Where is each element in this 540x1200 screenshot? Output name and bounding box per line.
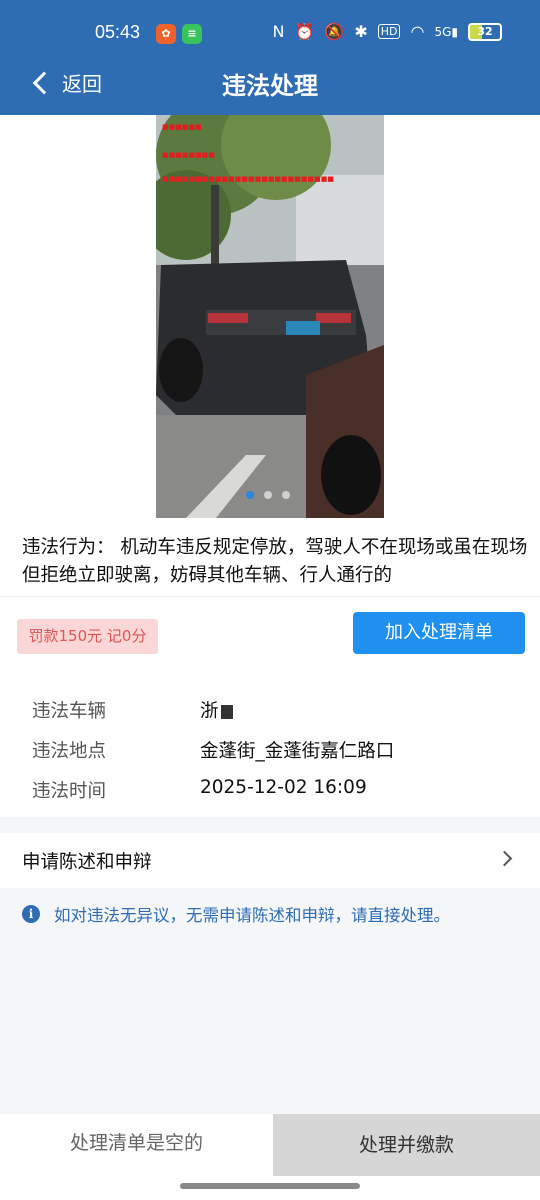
alarm-icon: ⏰ [294, 22, 315, 41]
nav-bar: 返回 违法处理 [0, 64, 540, 115]
detail-label: 违法车辆 [32, 701, 107, 722]
detail-row-location: 违法地点 金蓬街_金蓬街嘉仁路口 [0, 729, 540, 769]
svg-text:■■■■■■■■: ■■■■■■■■ [162, 151, 215, 159]
detail-label: 违法时间 [32, 781, 107, 802]
evidence-photo-carousel[interactable]: ■■■■■■ ■■■■■■■■ ■■■■■■■■■■■■■■■■■■■■■■■■… [0, 115, 540, 518]
home-indicator[interactable] [180, 1183, 360, 1189]
detail-value: 2025-12-02 16:09 [200, 777, 367, 798]
hd-icon: HD [377, 24, 401, 39]
detail-row-time: 违法时间 2025-12-02 16:09 [0, 769, 540, 809]
appeal-row[interactable]: 申请陈述和申辩 [0, 833, 540, 888]
bottom-action-bar: 处理清单是空的 处理并缴款 [0, 1114, 540, 1176]
cart-status: 处理清单是空的 [0, 1114, 273, 1176]
status-time: 05:43 [95, 22, 141, 42]
detail-label: 违法地点 [32, 741, 107, 762]
carousel-dot [264, 491, 272, 499]
detail-value: 浙 [200, 697, 233, 723]
evidence-photo[interactable]: ■■■■■■ ■■■■■■■■ ■■■■■■■■■■■■■■■■■■■■■■■■… [156, 115, 384, 518]
info-icon: i [22, 905, 40, 923]
redaction-mask [220, 705, 233, 719]
status-bar: 05:43 ✿ ≡ N ⏰ 🔕 ✱ HD ◠ 5G▮ 32 [0, 0, 540, 64]
info-notice: i 如对违法无异议，无需申请陈述和申辩，请直接处理。 [22, 902, 450, 926]
app-header: 05:43 ✿ ≡ N ⏰ 🔕 ✱ HD ◠ 5G▮ 32 返回 违法处理 [0, 0, 540, 115]
carousel-dot [246, 491, 254, 499]
notice-text: 如对违法无异议，无需申请陈述和申辩，请直接处理。 [54, 906, 450, 925]
nfc-icon: N [272, 22, 285, 41]
appeal-label: 申请陈述和申辩 [22, 852, 152, 873]
violation-card: 违法行为： 机动车违反规定停放，驾驶人不在现场或虽在现场但拒绝立即驶离，妨碍其他… [0, 518, 540, 685]
bluetooth-icon: ✱ [354, 22, 368, 41]
carousel-dot [282, 491, 290, 499]
system-icons: N ⏰ 🔕 ✱ HD ◠ 5G▮ 32 [273, 22, 502, 41]
svg-text:■■■■■■■■■■■■■■■■■■■■■■■■■■: ■■■■■■■■■■■■■■■■■■■■■■■■■■ [162, 175, 334, 183]
violation-details: 违法车辆 浙 违法地点 金蓬街_金蓬街嘉仁路口 违法时间 2025-12-02 … [0, 685, 540, 817]
process-and-pay-button[interactable]: 处理并缴款 [273, 1114, 540, 1176]
notification-app-icon: ✿ [156, 24, 176, 44]
battery-icon: 32 [468, 22, 502, 41]
carousel-indicator [246, 491, 290, 499]
violation-description: 违法行为： 机动车违反规定停放，驾驶人不在现场或虽在现场但拒绝立即驶离，妨碍其他… [22, 537, 528, 586]
wifi-icon: ◠ [410, 22, 425, 41]
detail-row-vehicle: 违法车辆 浙 [0, 689, 540, 729]
mute-icon: 🔕 [324, 22, 345, 41]
divider [0, 596, 540, 597]
page-title: 违法处理 [222, 72, 318, 100]
notification-app-icon: ≡ [182, 24, 202, 44]
signal-icon: 5G▮ [434, 24, 458, 39]
detail-value: 金蓬街_金蓬街嘉仁路口 [200, 741, 395, 762]
svg-text:■■■■■■: ■■■■■■ [162, 123, 202, 131]
fine-badge: 罚款150元 记0分 [17, 619, 158, 654]
add-to-list-button[interactable]: 加入处理清单 [353, 612, 525, 654]
chevron-right-icon [496, 850, 513, 867]
